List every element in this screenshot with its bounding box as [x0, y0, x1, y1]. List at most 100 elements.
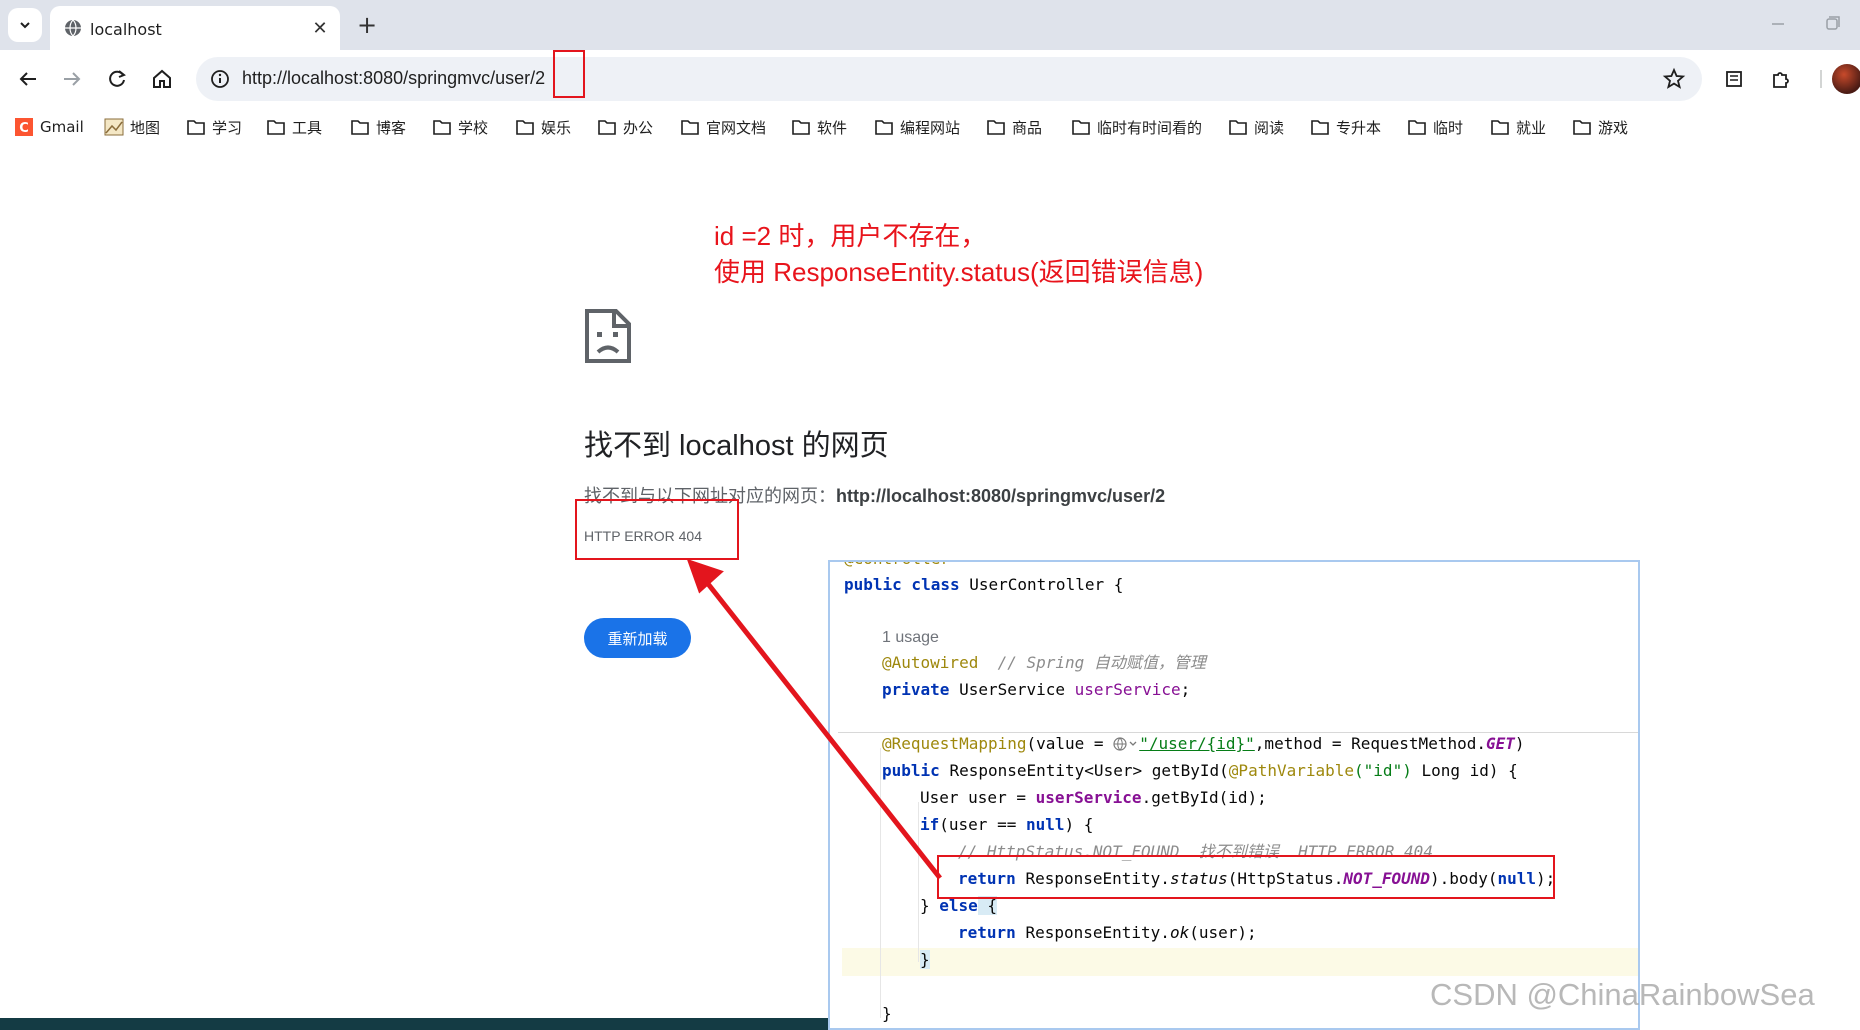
bottom-strip	[0, 1018, 828, 1030]
code-line: 1 usage	[882, 629, 939, 646]
refresh-icon	[109, 70, 126, 87]
bookmark-label: 编程网站	[900, 118, 961, 137]
bookmark-map[interactable]: 地图	[104, 116, 160, 138]
tab-localhost[interactable]: localhost ✕	[50, 6, 340, 50]
code-snippet-panel: @Controller public class UserController …	[828, 560, 1640, 1030]
address-url[interactable]: http://localhost:8080/springmvc/user/2	[242, 68, 545, 89]
star-icon[interactable]	[1662, 67, 1686, 91]
current-line-highlight	[842, 948, 1638, 976]
sad-page-icon	[585, 309, 631, 363]
bookmark-folder[interactable]: 学习	[186, 116, 242, 138]
error-description-url: http://localhost:8080/springmvc/user/2	[836, 486, 1166, 506]
back-button[interactable]	[11, 62, 45, 96]
bookmark-folder[interactable]: 学校	[432, 116, 488, 138]
folder-icon	[1072, 120, 1090, 135]
bookmark-folder[interactable]: 娱乐	[515, 116, 571, 138]
code-line: return ResponseEntity.ok(user);	[958, 923, 1257, 942]
bookmark-folder[interactable]: 专升本	[1310, 116, 1381, 138]
bookmark-label: 官网文档	[706, 118, 767, 137]
folder-icon	[875, 120, 893, 135]
bookmark-gmail[interactable]: C Gmail	[14, 116, 84, 138]
indent-guide	[918, 802, 919, 962]
bookmark-folder[interactable]: 编程网站	[874, 116, 960, 138]
bookmark-label: 就业	[1516, 118, 1547, 137]
code-line: @Controller	[844, 562, 950, 575]
code-line: }	[882, 1004, 892, 1023]
code-line: private UserService userService;	[882, 680, 1191, 699]
url-highlight-box	[553, 50, 585, 98]
code-line: User user = userService.getById(id);	[920, 788, 1267, 807]
bookmark-label: 办公	[623, 118, 654, 137]
home-button[interactable]	[145, 62, 179, 96]
bookmark-label: Gmail	[40, 118, 84, 136]
bookmark-folder[interactable]: 临时有时间看的	[1071, 116, 1202, 138]
code-line: @RequestMapping(value = "/user/{id}",met…	[882, 734, 1525, 753]
indent-guide	[880, 748, 881, 1018]
annotation-text: id =2 时，用户不存在， 使用 ResponseEntity.status(…	[714, 218, 1203, 290]
folder-icon	[1408, 120, 1426, 135]
bookmark-label: 娱乐	[541, 118, 572, 137]
bookmark-folder[interactable]: 官网文档	[680, 116, 766, 138]
tab-search-button[interactable]	[8, 8, 42, 42]
bookmark-folder[interactable]: 商品	[986, 116, 1042, 138]
bookmark-folder[interactable]: 游戏	[1572, 116, 1628, 138]
bookmark-label: 临时有时间看的	[1097, 118, 1203, 137]
address-bar[interactable]: http://localhost:8080/springmvc/user/2	[196, 57, 1702, 101]
bookmark-folder[interactable]: 工具	[266, 116, 322, 138]
annotation-line-1: id =2 时，用户不存在，	[714, 221, 987, 251]
map-icon	[104, 118, 124, 136]
home-icon	[153, 69, 171, 88]
folder-icon	[351, 120, 369, 135]
code-line: @Autowired // Spring 自动赋值，管理	[882, 653, 1206, 672]
reload-toolbar-button[interactable]	[100, 62, 134, 96]
bookmark-folder[interactable]: 阅读	[1228, 116, 1284, 138]
watermark: CSDN @ChinaRainbowSea	[1430, 977, 1815, 1012]
bookmark-folder[interactable]: 临时	[1407, 116, 1463, 138]
folder-icon	[1229, 120, 1247, 135]
bookmark-label: 阅读	[1254, 118, 1285, 137]
return-statement-highlight-box	[937, 855, 1555, 899]
folder-icon	[1311, 120, 1329, 135]
forward-button[interactable]	[55, 62, 89, 96]
minimize-icon[interactable]	[1766, 12, 1790, 36]
folder-icon	[516, 120, 534, 135]
svg-text:C: C	[19, 121, 29, 136]
page-title: 找不到 localhost 的网页	[584, 430, 889, 462]
code-line: public class UserController {	[844, 575, 1124, 594]
bookmark-folder[interactable]: 博客	[350, 116, 406, 138]
bookmark-label: 临时	[1433, 118, 1464, 137]
reload-button[interactable]: 重新加载	[584, 618, 691, 658]
bookmark-folder[interactable]: 软件	[791, 116, 847, 138]
info-icon[interactable]	[210, 69, 230, 89]
reading-list-icon[interactable]	[1722, 66, 1748, 92]
folder-icon	[792, 120, 810, 135]
new-tab-icon[interactable]: +	[354, 11, 380, 39]
chevron-down-icon	[20, 22, 30, 29]
bookmark-label: 商品	[1012, 118, 1043, 137]
globe-icon	[65, 19, 81, 37]
folder-icon	[987, 120, 1005, 135]
tab-strip: localhost ✕ +	[0, 0, 1860, 50]
avatar[interactable]	[1832, 64, 1860, 94]
screenshot-root: localhost ✕ + http://localhost:8080/spri…	[0, 0, 1860, 1030]
bookmark-label: 学校	[458, 118, 489, 137]
folder-icon	[1491, 120, 1509, 135]
maximize-icon[interactable]	[1820, 12, 1844, 36]
bookmark-label: 学习	[212, 118, 243, 137]
error-code-highlight-box	[575, 499, 739, 560]
extensions-icon[interactable]	[1768, 66, 1794, 92]
code-line: public ResponseEntity<User> getById(@Pat…	[882, 761, 1518, 780]
bookmark-folder[interactable]: 就业	[1490, 116, 1546, 138]
bookmark-folder[interactable]: 办公	[597, 116, 653, 138]
folder-icon	[267, 120, 285, 135]
tab-title: localhost	[90, 20, 162, 39]
separator-icon	[1820, 70, 1822, 88]
bookmark-label: 软件	[817, 118, 848, 137]
folder-icon	[1573, 120, 1591, 135]
close-icon[interactable]: ✕	[310, 18, 330, 39]
bookmark-label: 工具	[292, 118, 323, 137]
code-line: }	[920, 950, 930, 969]
bookmark-label: 地图	[130, 118, 161, 137]
bookmark-label: 游戏	[1598, 118, 1629, 137]
code-line: } else {	[920, 896, 998, 915]
